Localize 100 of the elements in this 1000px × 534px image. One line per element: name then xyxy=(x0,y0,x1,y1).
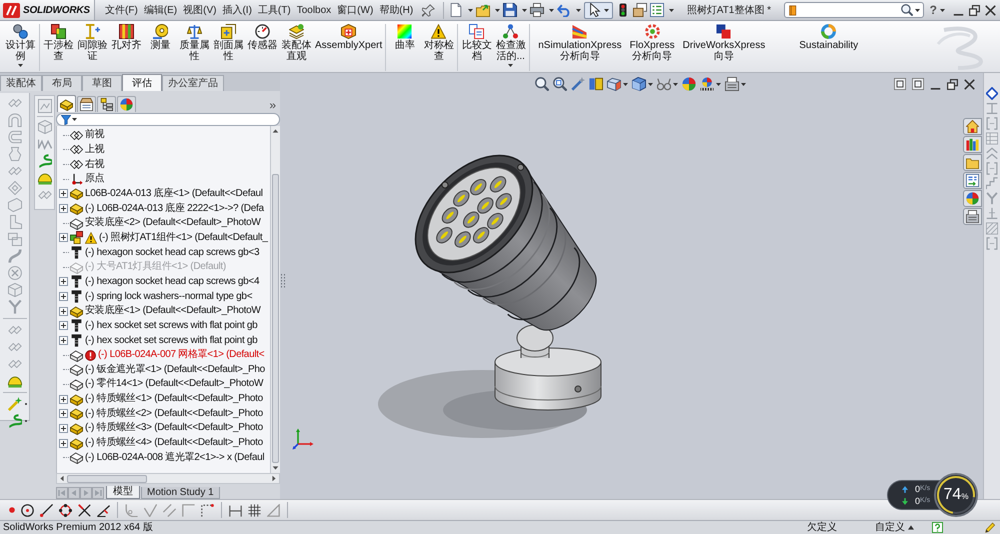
folder-arrow-icon[interactable] xyxy=(476,3,490,17)
plus-icon[interactable] xyxy=(59,336,68,346)
ribbon-button[interactable]: DriveWorksXpress 向导 xyxy=(682,24,766,62)
panel-tab[interactable] xyxy=(57,95,76,112)
scrollbar-track[interactable] xyxy=(270,126,280,473)
menu-item[interactable]: 视图(V) xyxy=(180,2,220,18)
arrow-right-icon[interactable] xyxy=(272,475,276,482)
tree-item[interactable]: (-) spring lock washers--normal type gb< xyxy=(85,290,252,303)
task-pane-tab[interactable] xyxy=(963,208,982,225)
check-icon[interactable] xyxy=(144,504,157,516)
ribbon-button[interactable]: 间隙验证 xyxy=(77,24,108,62)
ribbon-button[interactable]: 质量属性 xyxy=(179,24,210,62)
tree-item[interactable]: (-) 特质螺丝<1> (Default<<Default>_Photo xyxy=(85,393,263,406)
arrow-left-icon[interactable] xyxy=(60,475,64,482)
split-block-icon[interactable] xyxy=(589,77,603,91)
ribbon-button[interactable]: 剖面属性 xyxy=(213,24,244,62)
menu-item[interactable]: 帮助(H) xyxy=(376,2,416,18)
caret-icon[interactable] xyxy=(468,8,474,12)
menu-item[interactable]: 插入(I) xyxy=(219,2,255,18)
glasses-icon[interactable] xyxy=(657,77,671,91)
filter-field[interactable] xyxy=(56,113,280,126)
cross-lines-icon[interactable] xyxy=(78,504,91,516)
grid-icon[interactable] xyxy=(248,504,261,516)
caret-icon[interactable] xyxy=(741,82,746,86)
ribbon-button[interactable]: 传感器 xyxy=(247,24,278,51)
tab[interactable]: 草图 xyxy=(82,75,122,91)
tab[interactable]: 评估 xyxy=(122,74,162,91)
caret-icon[interactable] xyxy=(72,118,77,121)
plus-icon[interactable] xyxy=(59,394,68,404)
menu-item[interactable]: Toolbox xyxy=(294,2,334,18)
search-field[interactable] xyxy=(784,2,924,18)
arrow-down-icon[interactable] xyxy=(272,466,280,470)
tree-item[interactable]: 右视 xyxy=(85,158,104,171)
caret-icon[interactable] xyxy=(549,8,554,12)
dashed-corner-icon[interactable] xyxy=(201,504,214,516)
ribbon-button[interactable]: 曲率 xyxy=(389,24,420,51)
plus-icon[interactable] xyxy=(59,424,68,433)
plus-icon[interactable] xyxy=(59,233,68,242)
tree-item[interactable]: (-) 钣金遮光罩<1> (Default<<Default>_Pho xyxy=(85,364,265,376)
nested-square-icon[interactable] xyxy=(912,78,924,90)
tree-item[interactable]: (-) 照树灯AT1组件<1> (Default<Default_ xyxy=(99,232,268,244)
caret-icon[interactable] xyxy=(940,8,945,12)
dot-icon[interactable] xyxy=(9,507,15,513)
plus-icon[interactable] xyxy=(59,438,68,448)
task-pane-tab[interactable] xyxy=(963,136,982,153)
pin-icon[interactable] xyxy=(422,4,436,16)
tree-item[interactable]: (-) hex socket set screws with flat point gb xyxy=(85,334,258,347)
ribbon-button[interactable]: 测量 xyxy=(145,24,176,51)
angle-lines-icon[interactable] xyxy=(97,504,110,516)
task-pane-tab[interactable] xyxy=(963,154,982,171)
menu-item[interactable]: 窗口(W) xyxy=(334,2,376,18)
ribbon-button[interactable]: FloXpress 分析向导 xyxy=(630,24,675,62)
select-tool-button[interactable] xyxy=(584,2,614,18)
arrow-up-icon[interactable] xyxy=(272,129,280,133)
tree-item[interactable]: (-) L06B-024A-007 网格罩<1> (Default< xyxy=(98,349,264,362)
caret-up-icon[interactable] xyxy=(908,525,914,530)
page-icon[interactable] xyxy=(449,3,464,17)
pencil-icon[interactable] xyxy=(985,522,996,533)
magnifier-icon[interactable] xyxy=(535,77,549,91)
ribbon-button[interactable]: 设计算例 xyxy=(5,24,36,67)
dome-icon[interactable] xyxy=(8,374,22,388)
plus-icon[interactable] xyxy=(59,321,68,330)
tree-item[interactable]: (-) hexagon socket head cap screws gb<3 xyxy=(85,246,260,259)
tree-item[interactable]: 前视 xyxy=(85,129,104,142)
plus-icon[interactable] xyxy=(59,189,68,198)
caret-icon[interactable] xyxy=(604,8,610,12)
caret-icon[interactable] xyxy=(669,8,674,12)
caret-icon[interactable] xyxy=(522,8,528,12)
units-button[interactable]: 自定义 xyxy=(875,522,905,534)
caret-icon[interactable] xyxy=(673,82,678,86)
caret-icon[interactable] xyxy=(18,64,23,67)
diamond-icon[interactable] xyxy=(986,87,998,100)
s-curve-icon[interactable] xyxy=(8,414,22,428)
task-pane-tab[interactable] xyxy=(963,118,982,135)
close-icon[interactable] xyxy=(985,4,996,16)
ribbon-button[interactable]: AssemblyXpert xyxy=(315,24,382,51)
plus-icon[interactable] xyxy=(59,292,68,302)
circle-points-icon[interactable] xyxy=(59,504,72,516)
caret-icon[interactable] xyxy=(914,8,920,12)
caret-icon[interactable] xyxy=(623,82,628,86)
ribbon-button[interactable]: Sustainability xyxy=(799,24,858,51)
tab[interactable]: 模型 xyxy=(106,486,140,499)
tree-item[interactable]: (-) 特质螺丝<4> (Default<<Default>_Photo xyxy=(85,437,263,450)
tree-item[interactable]: (-) L06B-024A-013 底座 2222<1>->? (Defa xyxy=(85,202,264,215)
tree-item[interactable]: (-) hex socket set screws with flat point gb xyxy=(85,320,258,332)
tree-item[interactable]: 原点 xyxy=(85,173,104,186)
ribbon-button[interactable]: 比较文档 xyxy=(461,24,492,62)
dimension-icon[interactable] xyxy=(229,504,242,516)
help-button[interactable]: ? xyxy=(930,4,937,16)
ribbon-button[interactable]: 孔对齐 xyxy=(111,24,142,51)
scrollbar-thumb[interactable] xyxy=(272,174,279,463)
search-icon[interactable] xyxy=(900,4,913,16)
star-wand-icon[interactable] xyxy=(8,397,22,411)
task-pane-tab[interactable] xyxy=(963,190,982,207)
tree-item[interactable]: (-) 零件14<1> (Default<<Default>_PhotoW xyxy=(85,378,264,390)
line-icon[interactable] xyxy=(40,504,53,516)
shaded-cube-icon[interactable] xyxy=(632,77,646,91)
tree-item[interactable]: 上视 xyxy=(85,144,104,156)
caret-icon[interactable] xyxy=(716,82,721,86)
tree-item[interactable]: (-) hexagon socket head cap screws gb<4 xyxy=(85,276,260,288)
